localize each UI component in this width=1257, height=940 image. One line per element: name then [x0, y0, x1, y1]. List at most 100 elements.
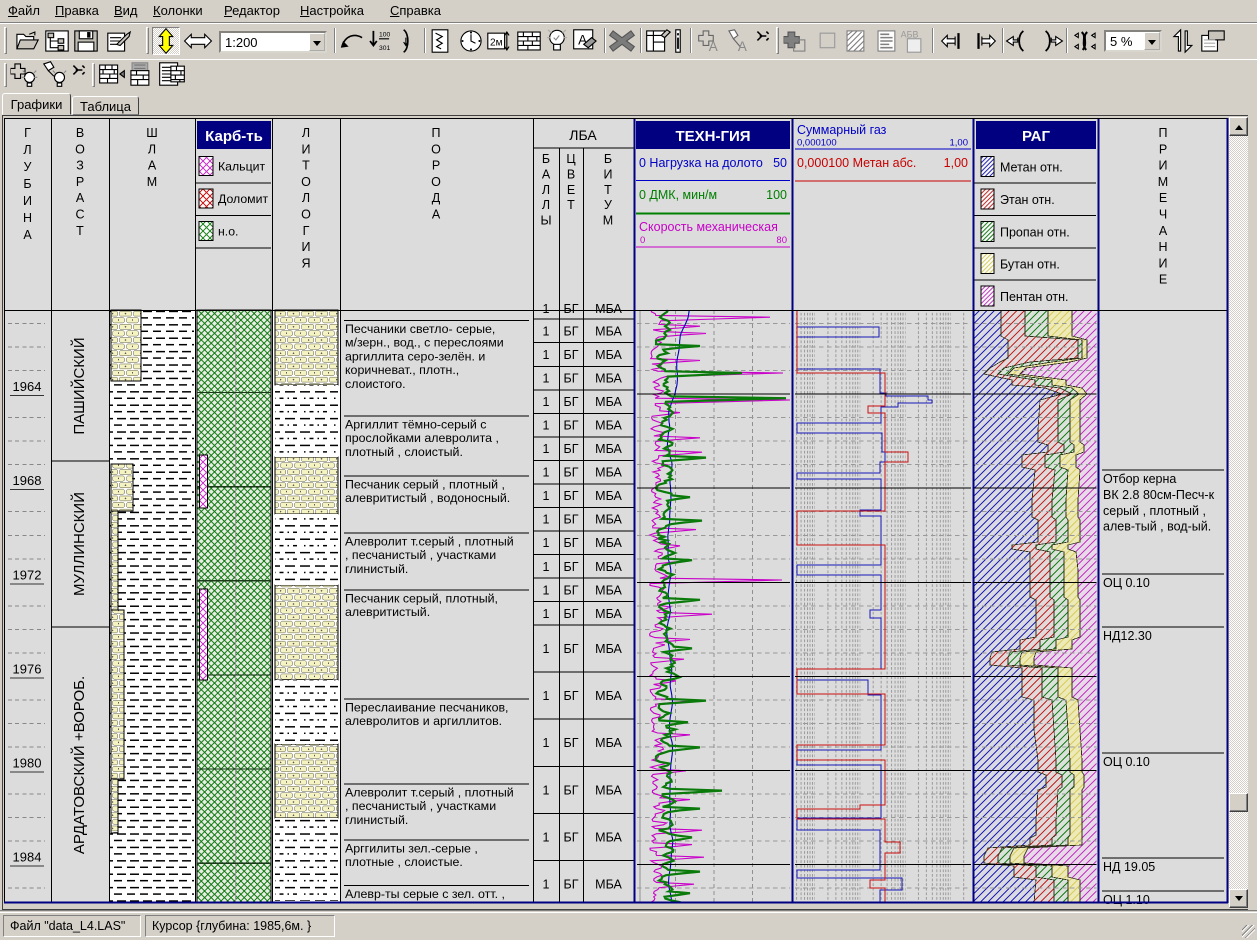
svg-text:Е: Е [1159, 273, 1167, 287]
svg-text:Ш: Ш [146, 126, 157, 140]
svg-text:глинистый.: глинистый. [345, 813, 408, 827]
svg-text:ОЦ 0.10: ОЦ 0.10 [1103, 755, 1150, 769]
svg-text:0 Нагрузка на долото: 0 Нагрузка на долото [639, 156, 763, 170]
svg-text:А: А [23, 228, 32, 242]
svg-text:Е: Е [1159, 191, 1167, 205]
svg-text:БГ: БГ [564, 513, 579, 527]
svg-text:прослойками алевролита ,: прослойками алевролита , [345, 431, 499, 445]
svg-text:1964: 1964 [13, 379, 42, 394]
svg-text:БГ: БГ [564, 560, 579, 574]
svg-text:1: 1 [543, 689, 550, 703]
svg-text:П: П [432, 126, 441, 140]
svg-text:БГ: БГ [564, 736, 579, 750]
svg-text:БГ: БГ [564, 442, 579, 456]
svg-text:БГ: БГ [564, 302, 579, 316]
svg-text:О: О [75, 142, 85, 156]
svg-text:НД 19.05: НД 19.05 [1103, 860, 1155, 874]
svg-text:М: М [603, 214, 613, 228]
svg-text:Пентан отн.: Пентан отн. [1000, 290, 1069, 304]
svg-text:Песчаник серый, плотный,: Песчаник серый, плотный, [345, 592, 498, 606]
svg-text:МБА: МБА [595, 348, 622, 362]
svg-text:Г: Г [24, 126, 31, 140]
svg-text:глинистый.: глинистый. [345, 562, 408, 576]
svg-text:0,000100 Метан абс.: 0,000100 Метан абс. [797, 156, 916, 170]
svg-text:1: 1 [543, 560, 550, 574]
svg-text:1976: 1976 [13, 661, 42, 676]
svg-text:Аргиллит тёмно-серый с: Аргиллит тёмно-серый с [345, 418, 486, 432]
svg-text:80: 80 [776, 235, 787, 246]
svg-text:Бутан отн.: Бутан отн. [1000, 258, 1060, 272]
svg-text:БГ: БГ [564, 348, 579, 362]
svg-text:1: 1 [543, 583, 550, 597]
svg-text:Б: Б [542, 152, 550, 166]
svg-text:БГ: БГ [564, 877, 579, 891]
svg-text:1: 1 [543, 372, 550, 386]
svg-text:Суммарный газ: Суммарный газ [797, 123, 887, 137]
svg-text:1: 1 [543, 536, 550, 550]
svg-text:И: И [604, 167, 613, 181]
svg-text:И: И [1159, 256, 1168, 270]
svg-text:0: 0 [640, 235, 645, 246]
svg-text:И: И [302, 240, 311, 254]
svg-text:м/зерн., вод., с переслоями: м/зерн., вод., с переслоями [345, 336, 504, 350]
svg-text:А: А [542, 167, 551, 181]
svg-text:Р: Р [1159, 142, 1167, 156]
svg-text:1: 1 [543, 513, 550, 527]
svg-text:МБА: МБА [595, 830, 622, 844]
svg-text:Л: Л [302, 126, 310, 140]
svg-text:МБА: МБА [595, 302, 622, 316]
svg-text:Е: Е [567, 183, 575, 197]
svg-text:БГ: БГ [564, 783, 579, 797]
svg-text:Л: Л [148, 142, 156, 156]
svg-text:1: 1 [543, 419, 550, 433]
svg-text:1: 1 [543, 466, 550, 480]
svg-text:Алевр-ты серые с зел. отт. ,: Алевр-ты серые с зел. отт. , [345, 887, 505, 901]
svg-text:Б: Б [604, 152, 612, 166]
svg-text:Л: Л [542, 183, 550, 197]
svg-text:плотные , слоистые.: плотные , слоистые. [345, 855, 463, 869]
svg-text:1: 1 [543, 783, 550, 797]
svg-text:А: А [1159, 224, 1168, 238]
svg-text:З: З [76, 159, 84, 173]
svg-text:, песчанистый , участками: , песчанистый , участками [345, 799, 496, 813]
svg-text:С: С [75, 208, 84, 222]
svg-text:Доломит: Доломит [218, 192, 269, 206]
svg-text:ОЦ 1.10: ОЦ 1.10 [1103, 893, 1150, 907]
svg-text:алевролитов и аргиллитов.: алевролитов и аргиллитов. [345, 714, 502, 728]
svg-text:БГ: БГ [564, 489, 579, 503]
svg-text:0 ДМК, мин/м: 0 ДМК, мин/м [639, 188, 717, 202]
svg-text:1: 1 [543, 324, 550, 338]
svg-text:н.о.: н.о. [218, 225, 238, 239]
svg-text:1: 1 [543, 489, 550, 503]
svg-text:МБА: МБА [595, 513, 622, 527]
svg-text:МБА: МБА [595, 642, 622, 656]
svg-text:В: В [567, 167, 575, 181]
svg-text:О: О [431, 175, 441, 189]
svg-text:О: О [301, 208, 311, 222]
svg-text:1968: 1968 [13, 473, 42, 488]
svg-text:Метан отн.: Метан отн. [1000, 161, 1063, 175]
svg-text:Скорость механическая: Скорость механическая [639, 220, 778, 234]
svg-text:БГ: БГ [564, 324, 579, 338]
svg-text:алевритистый.: алевритистый. [345, 605, 430, 619]
svg-text:Кальцит: Кальцит [218, 160, 265, 174]
svg-text:БГ: БГ [564, 642, 579, 656]
svg-text:, песчанистый , участками: , песчанистый , участками [345, 548, 496, 562]
svg-text:И: И [1159, 159, 1168, 173]
svg-text:Алевролит т.серый , плотный: Алевролит т.серый , плотный [345, 786, 514, 800]
svg-text:Ц: Ц [566, 152, 576, 166]
svg-text:1: 1 [543, 607, 550, 621]
svg-text:МБА: МБА [595, 560, 622, 574]
svg-text:ВК 2.8 80см-Песч-к: ВК 2.8 80см-Песч-к [1103, 488, 1215, 502]
svg-text:МБА: МБА [595, 877, 622, 891]
svg-text:Песчаники светло- серые,: Песчаники светло- серые, [345, 322, 495, 336]
svg-text:БГ: БГ [564, 689, 579, 703]
svg-text:Р: Р [432, 159, 440, 173]
svg-text:Н: Н [1158, 240, 1167, 254]
svg-text:плотный , слоистый.: плотный , слоистый. [345, 445, 463, 459]
svg-text:Этан отн.: Этан отн. [1000, 193, 1055, 207]
svg-text:Пропан отн.: Пропан отн. [1000, 225, 1070, 239]
svg-text:МБА: МБА [595, 736, 622, 750]
svg-text:У: У [604, 198, 612, 212]
svg-text:И: И [302, 142, 311, 156]
